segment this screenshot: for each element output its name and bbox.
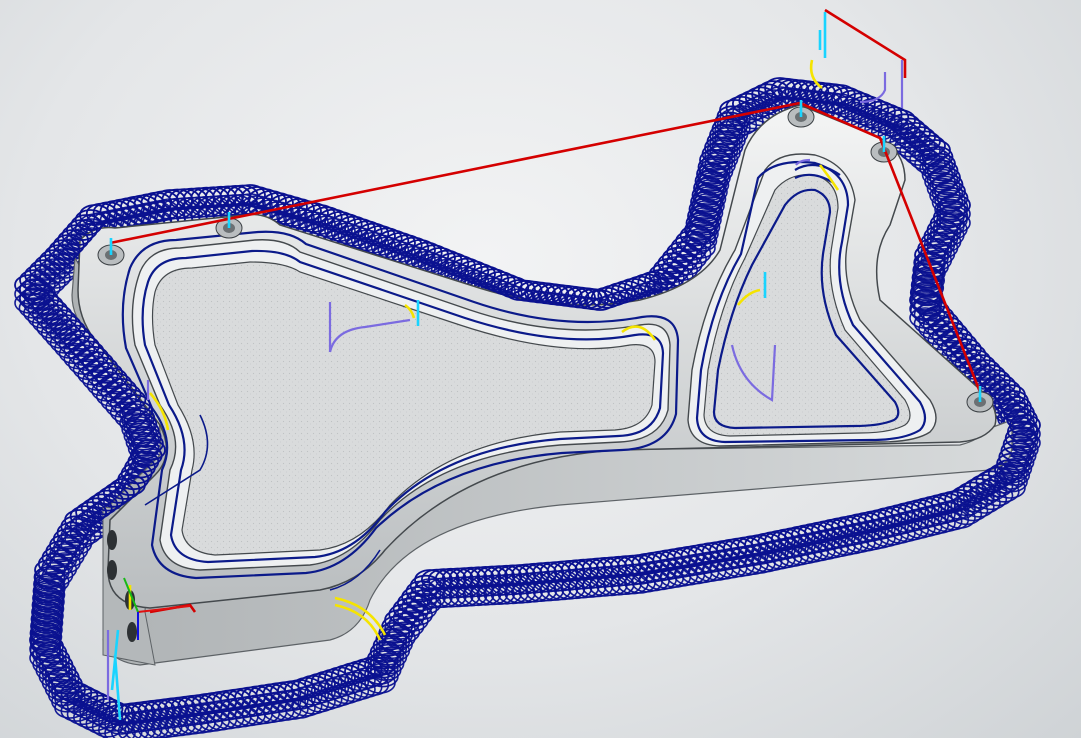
cam-scene[interactable] [0,0,1081,738]
graphics-viewport[interactable] [0,0,1081,738]
